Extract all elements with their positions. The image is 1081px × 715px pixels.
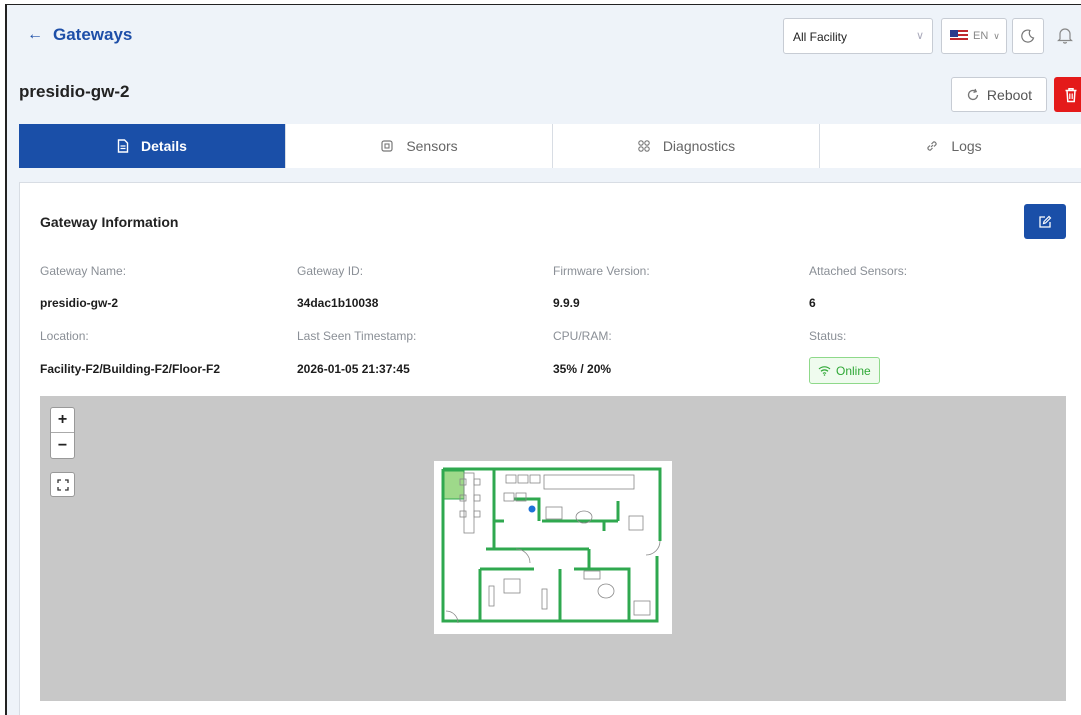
attached-sensors-label: Attached Sensors:: [809, 264, 908, 278]
reboot-button[interactable]: Reboot: [951, 77, 1047, 112]
floor-map[interactable]: + −: [40, 396, 1066, 701]
status-label: Status:: [809, 329, 847, 343]
gateway-id-value: 34dac1b10038: [297, 296, 379, 310]
page-title: presidio-gw-2: [19, 82, 130, 101]
tab-label: Sensors: [406, 138, 458, 154]
gateway-name-value: presidio-gw-2: [40, 296, 119, 310]
facility-select-value: All Facility: [793, 30, 848, 44]
tab-details[interactable]: Details: [19, 124, 286, 168]
firmware-label: Firmware Version:: [553, 264, 650, 278]
floor-plan-image: [434, 461, 672, 634]
diagnostics-icon: [638, 140, 650, 152]
tab-sensors[interactable]: Sensors: [286, 124, 553, 168]
tab-bar: Details Sensors Diagnostics Logs: [19, 124, 1081, 168]
chevron-down-icon: ∨: [915, 30, 924, 42]
tab-logs[interactable]: Logs: [820, 124, 1081, 168]
zoom-in-button[interactable]: +: [51, 408, 74, 433]
zoom-out-button[interactable]: −: [51, 433, 74, 458]
gateway-info-card: Gateway Information Gateway Name: Gatewa…: [19, 182, 1081, 715]
tab-diagnostics[interactable]: Diagnostics: [553, 124, 820, 168]
chevron-down-icon: ∨: [993, 30, 1000, 41]
cpu-ram-value: 35% / 20%: [553, 362, 612, 376]
wifi-icon: [818, 366, 831, 376]
fullscreen-button[interactable]: [50, 472, 75, 497]
attached-sensors-value: 6: [809, 296, 816, 310]
back-arrow-icon: ←: [27, 26, 43, 43]
document-icon: [117, 139, 129, 153]
chip-icon: [381, 140, 393, 152]
edit-icon: [1039, 215, 1052, 228]
reboot-label: Reboot: [986, 86, 1033, 103]
firmware-value: 9.9.9: [553, 296, 580, 310]
last-seen-label: Last Seen Timestamp:: [297, 329, 417, 343]
tab-label: Details: [141, 138, 187, 154]
edit-button[interactable]: [1024, 204, 1066, 239]
back-label: Gateways: [53, 25, 133, 44]
top-bar: ← Gateways All Facility ∨ EN ∨: [7, 5, 1081, 67]
last-seen-value: 2026-01-05 21:37:45: [297, 362, 410, 376]
zoom-control: + −: [50, 407, 75, 459]
language-value: EN: [973, 30, 989, 42]
expand-icon: [56, 478, 69, 491]
refresh-icon: [967, 88, 979, 100]
cpu-ram-label: CPU/RAM:: [553, 329, 612, 343]
link-icon: [927, 141, 937, 151]
status-value: Online: [836, 363, 871, 378]
card-title: Gateway Information: [40, 214, 179, 230]
tab-label: Diagnostics: [662, 138, 736, 154]
notifications-bell-icon[interactable]: [1057, 26, 1073, 49]
moon-icon: [1021, 29, 1035, 43]
theme-toggle-button[interactable]: [1012, 18, 1044, 54]
trash-icon: [1065, 87, 1077, 102]
tab-label: Logs: [951, 138, 982, 154]
delete-button[interactable]: [1054, 77, 1081, 112]
app-frame: ← Gateways All Facility ∨ EN ∨ presidio-…: [5, 4, 1081, 715]
gateway-name-label: Gateway Name:: [40, 264, 127, 278]
facility-select[interactable]: All Facility ∨: [783, 18, 933, 54]
us-flag-icon: [950, 30, 968, 42]
status-badge: Online: [809, 357, 880, 384]
location-label: Location:: [40, 329, 89, 343]
gateway-id-label: Gateway ID:: [297, 264, 364, 278]
language-select[interactable]: EN ∨: [941, 18, 1007, 54]
location-value: Facility-F2/Building-F2/Floor-F2: [40, 362, 220, 376]
back-link[interactable]: ← Gateways: [27, 25, 132, 45]
